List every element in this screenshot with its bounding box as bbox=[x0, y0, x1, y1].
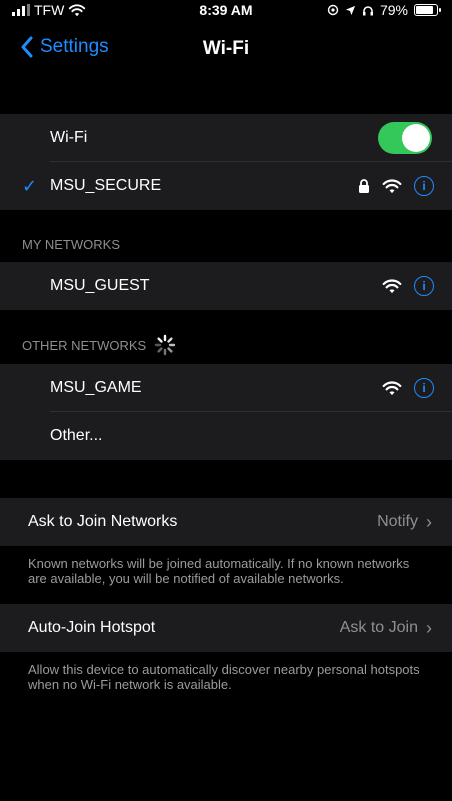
network-icons: i bbox=[382, 378, 434, 398]
battery-percent: 79% bbox=[379, 2, 408, 18]
chevron-right-icon: › bbox=[426, 511, 432, 532]
ask-to-join-row[interactable]: Ask to Join Networks Notify › bbox=[0, 498, 452, 546]
wifi-group: Wi-Fi ✓ MSU_SECURE i bbox=[0, 114, 452, 210]
network-row-msu-guest[interactable]: MSU_GUEST i bbox=[0, 262, 452, 310]
wifi-toggle-row: Wi-Fi bbox=[0, 114, 452, 162]
network-icons: i bbox=[382, 276, 434, 296]
wifi-signal-icon bbox=[382, 178, 402, 193]
battery-fill bbox=[416, 6, 434, 14]
info-icon[interactable]: i bbox=[414, 176, 434, 196]
other-networks-group: MSU_GAME i Other... bbox=[0, 364, 452, 460]
section-gap bbox=[0, 78, 452, 114]
info-icon[interactable]: i bbox=[414, 378, 434, 398]
wifi-signal-icon bbox=[382, 380, 402, 395]
loading-spinner-icon bbox=[155, 334, 176, 356]
other-network-label: Other... bbox=[50, 427, 103, 444]
wifi-label: Wi-Fi bbox=[50, 129, 88, 146]
network-name: MSU_GUEST bbox=[50, 277, 150, 294]
chevron-right-icon: › bbox=[426, 617, 432, 638]
toggle-knob bbox=[402, 124, 430, 152]
other-networks-header-area: OTHER NETWORKS bbox=[0, 310, 452, 364]
network-name: MSU_GAME bbox=[50, 379, 142, 396]
wifi-toggle[interactable] bbox=[378, 122, 432, 154]
location-icon bbox=[345, 5, 356, 15]
network-row-msu-game[interactable]: MSU_GAME i bbox=[0, 364, 452, 412]
my-networks-group: MSU_GUEST i bbox=[0, 262, 452, 310]
wifi-signal-icon bbox=[382, 278, 402, 293]
ask-to-join-value: Notify bbox=[377, 513, 418, 530]
other-networks-header-wrap: OTHER NETWORKS bbox=[0, 334, 176, 356]
lock-icon bbox=[359, 179, 369, 193]
auto-join-hotspot-footnote: Allow this device to automatically disco… bbox=[28, 662, 420, 692]
info-icon[interactable]: i bbox=[414, 276, 434, 296]
auto-join-hotspot-row[interactable]: Auto-Join Hotspot Ask to Join › bbox=[0, 604, 452, 652]
my-networks-header: MY NETWORKS bbox=[22, 237, 120, 252]
navigation-bar: Settings Wi-Fi bbox=[0, 30, 452, 70]
orientation-lock-icon bbox=[327, 4, 339, 16]
headphones-icon bbox=[362, 5, 373, 15]
connected-network-row[interactable]: ✓ MSU_SECURE i bbox=[0, 162, 452, 210]
battery-icon bbox=[414, 4, 441, 16]
other-networks-header: OTHER NETWORKS bbox=[22, 337, 147, 353]
auto-join-hotspot-value: Ask to Join bbox=[339, 619, 418, 636]
status-bar: TFW 8:39 AM 79% bbox=[0, 0, 452, 22]
ask-to-join-group: Ask to Join Networks Notify › bbox=[0, 498, 452, 546]
status-right: 79% bbox=[327, 2, 441, 18]
network-icons: i bbox=[358, 176, 434, 196]
page-title: Wi-Fi bbox=[202, 38, 250, 59]
auto-join-hotspot-label: Auto-Join Hotspot bbox=[28, 619, 156, 636]
auto-join-hotspot-group: Auto-Join Hotspot Ask to Join › bbox=[0, 604, 452, 652]
network-row-other[interactable]: Other... bbox=[0, 412, 452, 460]
checkmark-icon: ✓ bbox=[22, 175, 38, 196]
ask-to-join-label: Ask to Join Networks bbox=[28, 513, 178, 530]
ask-to-join-footnote: Known networks will be joined automatica… bbox=[28, 556, 410, 586]
my-networks-header-area: MY NETWORKS bbox=[0, 210, 452, 262]
connected-network-name: MSU_SECURE bbox=[50, 177, 162, 194]
